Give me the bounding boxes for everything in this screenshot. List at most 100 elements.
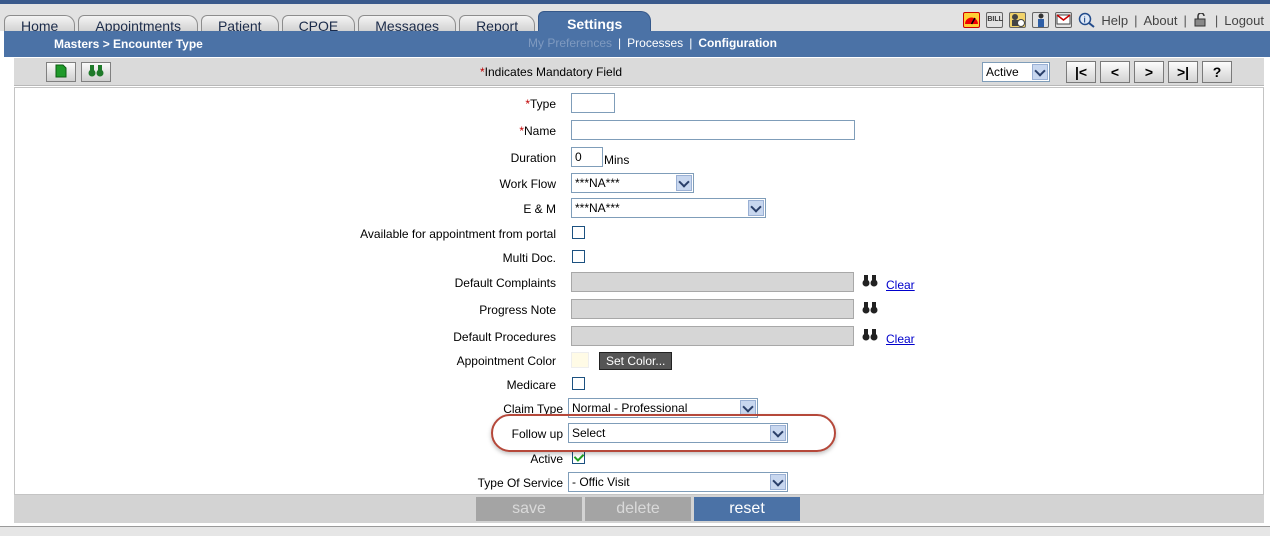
toolbar: *Indicates Mandatory Field Active |< < >… <box>14 58 1264 86</box>
search-button[interactable] <box>81 62 111 82</box>
portal-row: Available for appointment from portal <box>15 223 1263 247</box>
subnav-processes[interactable]: Processes <box>627 36 683 50</box>
work-flow-value: ***NA*** <box>575 176 620 190</box>
new-document-icon <box>55 64 67 81</box>
medicare-checkbox[interactable] <box>572 377 585 390</box>
mandatory-text: Indicates Mandatory Field <box>484 65 623 79</box>
default-complaints-input[interactable] <box>571 272 854 292</box>
logout-link[interactable]: Logout <box>1224 13 1264 28</box>
help-button[interactable]: ? <box>1202 61 1232 83</box>
active-row: Active <box>15 448 1263 472</box>
work-flow-label: Work Flow <box>499 177 556 191</box>
follow-up-value: Select <box>572 426 606 440</box>
duration-unit: Mins <box>604 153 630 167</box>
delete-button[interactable]: delete <box>585 497 691 521</box>
subnav-configuration[interactable]: Configuration <box>698 36 777 50</box>
claim-type-value: Normal - Professional <box>572 401 688 415</box>
duration-label: Duration <box>510 151 556 165</box>
first-record-button[interactable]: |< <box>1066 61 1096 83</box>
medicare-label: Medicare <box>506 378 556 392</box>
info-search-icon[interactable]: i <box>1078 12 1095 28</box>
next-record-button[interactable]: > <box>1134 61 1164 83</box>
default-procedures-input[interactable] <box>571 326 854 346</box>
multi-doc-checkbox[interactable] <box>572 250 585 263</box>
name-input[interactable] <box>571 120 855 140</box>
type-of-service-row: Type Of Service - Offic Visit <box>15 472 1263 496</box>
progress-note-row: Progress Note <box>15 299 1263 323</box>
progress-note-input[interactable] <box>571 299 854 319</box>
type-label: *Type <box>525 97 556 111</box>
binoculars-icon[interactable] <box>862 328 878 344</box>
about-link[interactable]: About <box>1143 13 1177 28</box>
type-of-service-label: Type Of Service <box>477 476 563 490</box>
clear-procedures-link[interactable]: Clear <box>886 332 915 346</box>
mandatory-note: *Indicates Mandatory Field <box>480 65 622 79</box>
chevron-down-icon <box>676 175 692 191</box>
multi-doc-label: Multi Doc. <box>502 251 556 265</box>
multi-doc-row: Multi Doc. <box>15 247 1263 271</box>
status-filter-select[interactable]: Active <box>982 62 1050 82</box>
appointment-color-label: Appointment Color <box>456 354 556 368</box>
subnav-my-preferences[interactable]: My Preferences <box>528 36 612 50</box>
e-m-value: ***NA*** <box>575 201 620 215</box>
follow-up-row: Follow up Select <box>15 423 1263 447</box>
lock-icon[interactable] <box>1193 12 1209 27</box>
name-row: *Name <box>15 120 1263 144</box>
work-flow-select[interactable]: ***NA*** <box>571 173 694 193</box>
default-complaints-row: Default Complaints Clear <box>15 272 1263 296</box>
previous-record-button[interactable]: < <box>1100 61 1130 83</box>
encounter-type-form: *Type *Name Duration 0 Mins Work Flow **… <box>14 87 1264 495</box>
claim-type-select[interactable]: Normal - Professional <box>568 398 758 418</box>
duration-input[interactable]: 0 <box>571 147 603 167</box>
separator: | <box>1214 12 1219 28</box>
chevron-down-icon <box>770 425 786 441</box>
medicare-row: Medicare <box>15 374 1263 398</box>
action-bar: save delete reset <box>14 495 1264 523</box>
chevron-down-icon <box>740 400 756 416</box>
chevron-down-icon <box>770 474 786 490</box>
active-checkbox[interactable] <box>572 451 585 464</box>
mail-icon[interactable] <box>1055 12 1073 28</box>
svg-text:i: i <box>1084 16 1086 25</box>
chevron-down-icon <box>748 200 764 216</box>
duration-row: Duration 0 Mins <box>15 147 1263 171</box>
follow-up-select[interactable]: Select <box>568 423 788 443</box>
doctor-icon[interactable] <box>1032 12 1050 28</box>
progress-note-label: Progress Note <box>479 303 556 317</box>
user-clock-icon[interactable] <box>1009 12 1027 28</box>
breadcrumb: Masters > Encounter Type <box>54 37 203 51</box>
page-header: Masters > Encounter Type My Preferences … <box>4 31 1270 57</box>
e-m-select[interactable]: ***NA*** <box>571 198 766 218</box>
save-button[interactable]: save <box>476 497 582 521</box>
active-label: Active <box>530 452 563 466</box>
default-procedures-row: Default Procedures Clear <box>15 326 1263 350</box>
sub-navigation: My Preferences | Processes | Configurati… <box>528 36 777 50</box>
appointment-color-row: Appointment Color Set Color... <box>15 350 1263 374</box>
e-m-label: E & M <box>523 202 556 216</box>
type-row: *Type <box>15 93 1263 117</box>
separator: | <box>1134 12 1138 28</box>
type-of-service-value: - Offic Visit <box>572 475 630 489</box>
binoculars-icon[interactable] <box>862 274 878 290</box>
portal-checkbox[interactable] <box>572 226 585 239</box>
set-color-button[interactable]: Set Color... <box>599 352 673 370</box>
status-filter-value: Active <box>986 65 1019 79</box>
utility-bar: BILL i Help | About | | Logout <box>963 10 1264 30</box>
help-link[interactable]: Help <box>1101 13 1128 28</box>
e-m-row: E & M ***NA*** <box>15 198 1263 222</box>
bill-icon[interactable]: BILL <box>986 12 1004 28</box>
binoculars-icon <box>88 64 104 81</box>
new-record-button[interactable] <box>46 62 76 82</box>
clear-complaints-link[interactable]: Clear <box>886 278 915 292</box>
bottom-strip <box>0 526 1270 536</box>
binoculars-icon[interactable] <box>862 301 878 317</box>
top-tab-bar: Home Appointments Patient CPOE Messages … <box>0 0 1270 35</box>
dashboard-icon[interactable] <box>963 12 981 28</box>
reset-button[interactable]: reset <box>694 497 800 521</box>
chevron-down-icon <box>1032 64 1048 80</box>
type-of-service-select[interactable]: - Offic Visit <box>568 472 788 492</box>
last-record-button[interactable]: >| <box>1168 61 1198 83</box>
default-procedures-label: Default Procedures <box>453 330 556 344</box>
separator: | <box>1183 12 1187 28</box>
type-input[interactable] <box>571 93 615 113</box>
